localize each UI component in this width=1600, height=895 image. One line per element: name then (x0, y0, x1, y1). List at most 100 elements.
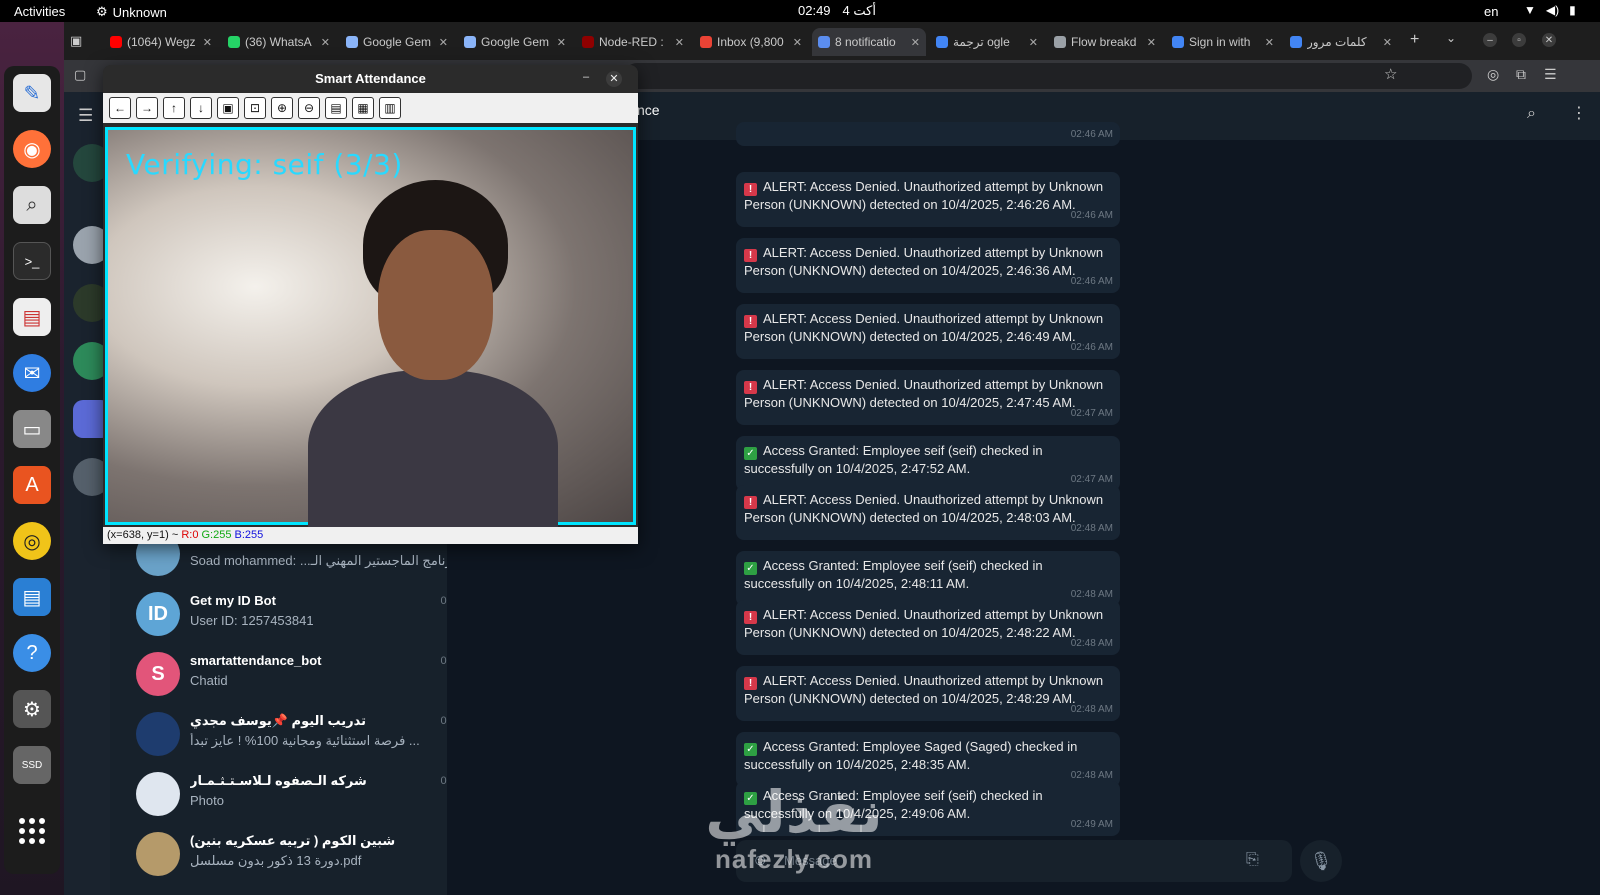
tab-close-icon[interactable]: ✕ (675, 36, 684, 49)
clock[interactable]: 02:49 4 أكت (798, 3, 876, 19)
tab-close-icon[interactable]: ✕ (321, 36, 330, 49)
attach-paperclip-icon[interactable]: ⎘ (1246, 851, 1259, 869)
tab-title: Google Gem (363, 35, 432, 49)
microphone-icon[interactable]: 🎙 (1300, 840, 1342, 882)
help-icon[interactable]: ? (13, 634, 51, 672)
thunderbird-icon[interactable]: ✉ (13, 354, 51, 392)
tab-title: Flow breakd (1071, 35, 1137, 49)
pan-up-icon[interactable]: ↑ (163, 97, 185, 119)
window-title[interactable]: Smart Attendance (103, 65, 638, 93)
siren-icon: ! (744, 677, 757, 690)
bookmark-star-icon[interactable]: ☆ (1384, 65, 1397, 83)
browser-menu-icon[interactable]: ☰ (1544, 66, 1557, 83)
pan-left-icon[interactable]: ← (109, 97, 131, 119)
copy-image-icon[interactable]: ▦ (352, 97, 374, 119)
text-editor-icon[interactable]: ✎ (13, 74, 51, 112)
alert-message-bubble[interactable]: ! ALERT: Access Denied. Unauthorized atte… (736, 666, 1120, 721)
new-tab-button[interactable]: + (1410, 31, 1419, 49)
tab-title: Sign in with (1189, 35, 1251, 49)
granted-message-bubble[interactable]: ✓ Access Granted: Employee seif (seif) ch… (736, 436, 1120, 491)
active-app-indicator[interactable]: ⚙ Unknown (96, 4, 167, 20)
tab-title: كلمات مرور (1307, 35, 1367, 49)
zoom-out-icon[interactable]: ⊖ (298, 97, 320, 119)
files-icon[interactable]: ▭ (13, 410, 51, 448)
terminal-icon[interactable]: >_ (13, 242, 51, 280)
tab-close-icon[interactable]: ✕ (793, 36, 802, 49)
alert-message-bubble[interactable]: ! ALERT: Access Denied. Unauthorized atte… (736, 304, 1120, 359)
activities-button[interactable]: Activities (14, 4, 65, 19)
properties-icon[interactable]: ▥ (379, 97, 401, 119)
keyboard-language[interactable]: en (1484, 4, 1498, 19)
camera-frame[interactable]: Verifying: seif (3/3) (105, 127, 636, 540)
opencv-toolbar: ← → ↑ ↓ ▣ ⊡ ⊕ ⊖ ▤ ▦ ▥ (103, 93, 638, 123)
tab-close-icon[interactable]: ✕ (203, 36, 212, 49)
browser-tab[interactable]: Sign in with ✕ (1166, 28, 1280, 56)
pan-right-icon[interactable]: → (136, 97, 158, 119)
chat-name: (تربيه عسكريه بنين ) شبين الكوم (190, 833, 396, 848)
alert-message-bubble[interactable]: ! ALERT: Access Denied. Unauthorized atte… (736, 600, 1120, 655)
browser-tab[interactable]: 8 notificatio ✕ (812, 28, 926, 56)
close-window-button[interactable]: ✕ (1542, 33, 1556, 47)
browser-tab[interactable]: ترجمة ogle ✕ (930, 28, 1044, 56)
browser-tab[interactable]: (36) WhatsA ✕ (222, 28, 336, 56)
granted-message-bubble[interactable]: ✓ Access Granted: Employee Saged (Saged) … (736, 732, 1120, 787)
settings-gear-icon[interactable]: ⚙ (13, 690, 51, 728)
app-center-icon[interactable]: A (13, 466, 51, 504)
hamburger-menu-icon[interactable]: ☰ (78, 106, 93, 126)
tab-favicon-icon (1054, 36, 1066, 48)
maximize-window-button[interactable]: ▫ (1512, 33, 1526, 47)
zoom-in-icon[interactable]: ⊕ (271, 97, 293, 119)
siren-icon: ! (744, 249, 757, 262)
minimize-window-button[interactable]: – (1483, 33, 1497, 47)
tab-favicon-icon (228, 36, 240, 48)
tab-close-icon[interactable]: ✕ (1265, 36, 1274, 49)
message-text: Access Granted: Employee Saged (Saged) c… (744, 739, 1078, 772)
granted-message-bubble[interactable]: ✓ Access Granted: Employee seif (seif) ch… (736, 551, 1120, 606)
browser-tab[interactable]: Google Gem ✕ (340, 28, 454, 56)
save-image-icon[interactable]: ▤ (325, 97, 347, 119)
writer-icon[interactable]: ▤ (13, 578, 51, 616)
zoom-original-icon[interactable]: ⊡ (244, 97, 266, 119)
more-options-icon[interactable]: ⋮ (1571, 103, 1587, 123)
show-apps-icon[interactable] (13, 812, 51, 850)
rhythmbox-icon[interactable]: ◎ (13, 522, 51, 560)
browser-tab[interactable]: Inbox (9,800 ✕ (694, 28, 808, 56)
tab-group-icon[interactable]: ▣ (70, 33, 82, 49)
profile-icon[interactable]: ◎ (1487, 66, 1499, 83)
browser-tab[interactable]: Flow breakd ✕ (1048, 28, 1162, 56)
browser-tab[interactable]: كلمات مرور ✕ (1284, 28, 1398, 56)
chat-preview: Soad mohammed: ...برنامج الماجستير المهن… (190, 553, 457, 568)
browser-tab[interactable]: Node-RED : ✕ (576, 28, 690, 56)
document-viewer-icon[interactable]: ▤ (13, 298, 51, 336)
tab-close-icon[interactable]: ✕ (911, 36, 920, 49)
tab-close-icon[interactable]: ✕ (1383, 36, 1392, 49)
alert-message-bubble[interactable]: ! ALERT: Access Denied. Unauthorized atte… (736, 172, 1120, 227)
tab-close-icon[interactable]: ✕ (439, 36, 448, 49)
conversation-title[interactable]: nce (637, 102, 660, 118)
tab-list-chevron-down-icon[interactable]: ⌄ (1446, 31, 1456, 45)
search-icon[interactable]: ⌕ (1527, 105, 1536, 123)
tab-close-icon[interactable]: ✕ (1147, 36, 1156, 49)
close-button[interactable]: ✕ (606, 71, 622, 87)
alert-message-bubble[interactable]: ! ALERT: Access Denied. Unauthorized atte… (736, 370, 1120, 425)
minimize-button[interactable]: – (579, 72, 593, 86)
tab-favicon-icon (700, 36, 712, 48)
pan-down-icon[interactable]: ↓ (190, 97, 212, 119)
system-tray[interactable]: ▼ ◀) ▮ (1524, 3, 1576, 17)
dock: ✎ ◉ ⌕ >_ ▤ ✉ ▭ A ◎ ▤ ? ⚙ SSD (0, 22, 64, 895)
browser-tab[interactable]: (1064) Wegz ✕ (104, 28, 218, 56)
browser-tab[interactable]: Google Gem ✕ (458, 28, 572, 56)
sidebar-toggle-icon[interactable]: ▢ (74, 67, 86, 83)
tab-close-icon[interactable]: ✕ (1029, 36, 1038, 49)
alert-message-bubble[interactable]: ! ALERT: Access Denied. Unauthorized atte… (736, 238, 1120, 293)
search-tool-icon[interactable]: ⌕ (13, 186, 51, 224)
address-bar[interactable] (624, 63, 1472, 89)
extensions-icon[interactable]: ⧉ (1516, 66, 1526, 83)
tab-title: (36) WhatsA (245, 35, 312, 49)
disk-icon[interactable]: SSD (13, 746, 51, 784)
firefox-icon[interactable]: ◉ (13, 130, 51, 168)
message-text: ALERT: Access Denied. Unauthorized attem… (744, 673, 1104, 706)
zoom-fit-icon[interactable]: ▣ (217, 97, 239, 119)
alert-message-bubble[interactable]: ! ALERT: Access Denied. Unauthorized atte… (736, 485, 1120, 540)
tab-close-icon[interactable]: ✕ (557, 36, 566, 49)
